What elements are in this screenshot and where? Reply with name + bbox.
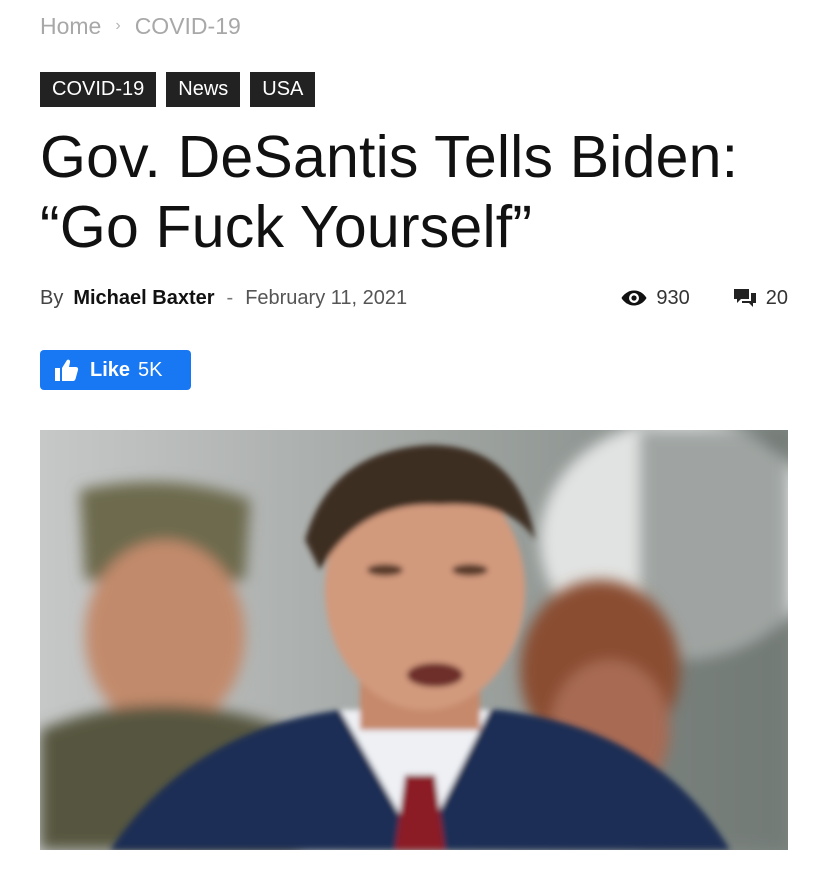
publish-date: February 11, 2021 <box>245 286 408 309</box>
byline-prefix: By <box>40 286 64 309</box>
comments-icon <box>733 289 756 307</box>
thumbs-up-icon <box>55 359 79 381</box>
tag-covid-19[interactable]: COVID-19 <box>40 72 157 107</box>
breadcrumb-home-link[interactable]: Home <box>40 13 101 40</box>
view-count-value: 930 <box>656 286 690 309</box>
like-count: 5K <box>138 358 163 381</box>
eye-icon <box>621 290 647 306</box>
article-headline: Gov. DeSantis Tells Biden: “Go Fuck Your… <box>40 122 800 262</box>
view-count: 930 <box>620 286 690 310</box>
article-hero-photo <box>40 430 788 850</box>
breadcrumb-current-link[interactable]: COVID-19 <box>135 13 241 40</box>
comment-count[interactable]: 20 <box>732 287 788 310</box>
breadcrumb: Home › COVID-19 <box>40 10 241 42</box>
headline-line-2: “Go Fuck Yourself” <box>40 194 533 260</box>
author-link[interactable]: Michael Baxter <box>73 287 214 310</box>
breadcrumb-separator: › <box>115 17 121 34</box>
hero-photo-illustration <box>40 430 788 850</box>
facebook-like-button[interactable]: Like 5K <box>40 350 191 390</box>
headline-line-1: Gov. DeSantis Tells Biden: <box>40 124 739 190</box>
article-stats: 930 20 <box>620 287 788 310</box>
tag-usa[interactable]: USA <box>250 72 316 107</box>
category-tags: COVID-19 News USA <box>40 72 316 107</box>
meta-separator: - <box>226 286 234 309</box>
article-meta: By Michael Baxter - February 11, 2021 93… <box>40 283 788 313</box>
comment-count-value: 20 <box>765 286 788 309</box>
tag-news[interactable]: News <box>166 72 241 107</box>
like-label: Like <box>90 358 131 381</box>
